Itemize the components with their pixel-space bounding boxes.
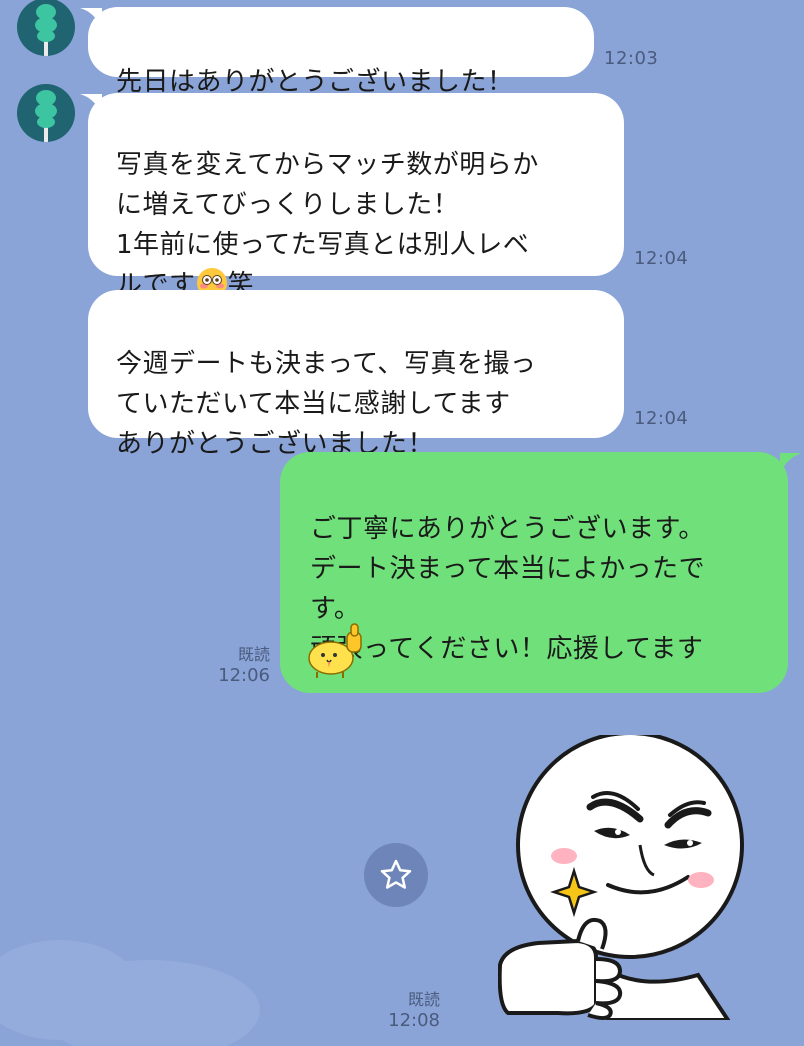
message-timestamp: 12:03 xyxy=(604,48,659,69)
sender-avatar[interactable] xyxy=(17,0,75,56)
read-status: 既読 xyxy=(237,645,270,664)
brown-thumbs-up-sticker[interactable] xyxy=(498,735,758,1020)
message-timestamp: 12:04 xyxy=(634,248,689,269)
green-figure-icon xyxy=(35,90,57,142)
incoming-message[interactable]: 写真を変えてからマッチ数が明らか に増えてびっくりしました！ 1年前に使ってた写… xyxy=(88,93,624,300)
sender-avatar[interactable] xyxy=(17,84,75,142)
message-text: 写真を変えてからマッチ数が明らか に増えてびっくりしました！ 1年前に使ってた写… xyxy=(116,150,539,300)
read-receipt: 既読 12:06 xyxy=(200,641,270,686)
favorite-star-button[interactable] xyxy=(364,843,428,907)
message-text: 今週デートも決まって、写真を撮っ ていただいて本当に感謝してます ありがとうござ… xyxy=(116,349,537,459)
read-receipt: 既読 12:08 xyxy=(370,986,440,1031)
incoming-message[interactable]: 先日はありがとうございました！ xyxy=(88,7,594,97)
message-text: ご丁寧にありがとうございます。 デート決まって本当によかったで す。 頑張ってく… xyxy=(310,514,706,664)
bubble-tail xyxy=(780,453,802,473)
message-timestamp: 12:06 xyxy=(218,665,270,686)
message-timestamp: 12:04 xyxy=(634,408,689,429)
star-icon xyxy=(380,859,412,889)
incoming-message[interactable]: 今週デートも決まって、写真を撮っ ていただいて本当に感謝してます ありがとうござ… xyxy=(88,290,624,459)
thumbs-up-chick-sticker xyxy=(308,623,362,678)
message-timestamp: 12:08 xyxy=(388,1010,440,1031)
background-cloud xyxy=(0,940,260,1046)
read-status: 既読 xyxy=(407,990,440,1009)
chat-view: 先日はありがとうございました！ 12:03 写真を変えてからマッチ数が明らか に… xyxy=(0,0,804,1046)
green-figure-icon xyxy=(35,4,57,56)
